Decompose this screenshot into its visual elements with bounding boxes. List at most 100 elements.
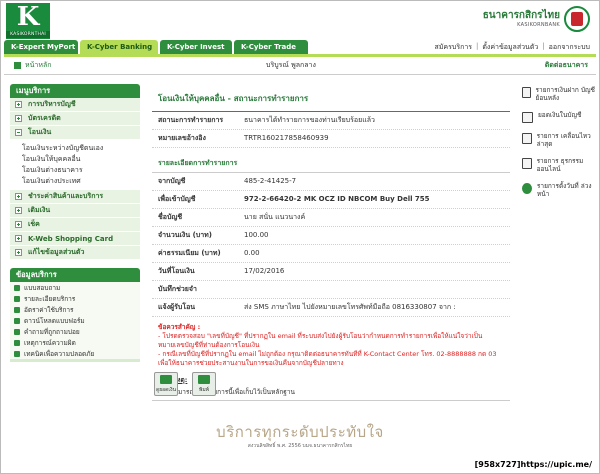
alert-icon: [14, 339, 20, 346]
menu-title: เมนูบริการ: [10, 84, 140, 98]
expand-icon: [15, 249, 22, 256]
sidebar-item-top-up[interactable]: เติมเงิน: [10, 204, 140, 218]
logo-text: KASIKORNTHAI: [6, 31, 50, 38]
detail-label: วันที่โอนเงิน: [158, 267, 195, 275]
quicklink-statement[interactable]: รายการเงินฝาก บัญชีย้อนหลัง: [522, 86, 596, 102]
footer-slogan: บริการทุกระดับประทับใจ: [216, 423, 384, 441]
tab-k-cyber-banking[interactable]: K-Cyber Banking: [80, 40, 158, 54]
expand-icon: [15, 101, 22, 108]
service-item-label: แบบสอบถาม: [24, 283, 61, 292]
settings-link[interactable]: ตั้งค่าข้อมูลส่วนตัว: [482, 42, 538, 53]
detail-label: บันทึกช่วยจำ: [158, 285, 197, 293]
service-item-incidents[interactable]: เหตุการณ์ความผิด: [10, 337, 140, 348]
download-icon: [14, 317, 20, 324]
user-name: บริบูรณ์ พูลกลาง: [266, 61, 316, 69]
detail-value: 17/02/2016: [244, 267, 285, 275]
sidebar-item-k-web-shopping[interactable]: K-Web Shopping Card: [10, 232, 140, 246]
services-link[interactable]: สมัครบริการ: [435, 42, 472, 53]
quicklink-label: ยอดเงินในบัญชี: [538, 111, 582, 119]
submenu-own-account[interactable]: โอนเงินระหว่างบัญชีตนเอง: [22, 143, 140, 154]
kasikorn-logo[interactable]: K KASIKORNTHAI: [6, 3, 50, 39]
button-label: ดูยอดเงิน: [156, 386, 176, 393]
print-button[interactable]: พิมพ์: [192, 372, 216, 396]
service-item-label: อัตราค่าใช้บริการ: [24, 305, 74, 314]
sidebar-item-edit-profile[interactable]: แก้ไขข้อมูลส่วนตัว: [10, 246, 140, 260]
detail-label: เพื่อเข้าบัญชี: [158, 195, 196, 203]
tab-k-cyber-invest[interactable]: K-Cyber Invest: [160, 40, 232, 54]
service-item-security-tips[interactable]: เทคนิคเพื่อความปลอดภัย: [10, 348, 140, 359]
submenu-other-bank[interactable]: โอนเงินต่างธนาคาร: [22, 165, 140, 176]
status-row: สถานะการทำรายการ ธนาคารได้ทำรายการของท่า…: [152, 112, 510, 130]
service-item-fees[interactable]: อัตราค่าใช้บริการ: [10, 304, 140, 315]
tab-k-cyber-trade[interactable]: K-Cyber Trade: [234, 40, 308, 54]
tab-k-expert-myport[interactable]: K-Expert MyPort: [4, 40, 78, 54]
detail-value: [244, 285, 504, 294]
logout-link[interactable]: ออกจากระบบ: [549, 42, 590, 53]
service-item-label: เหตุการณ์ความผิด: [24, 338, 76, 347]
quicklink-label: รายการตั้งวันที่ ล่วงหน้า: [536, 182, 592, 198]
service-item-survey[interactable]: แบบสอบถาม: [10, 282, 140, 293]
submenu-other-person[interactable]: โอนเงินให้บุคคลอื่น: [22, 154, 140, 165]
detail-value: 100.00: [244, 231, 269, 239]
balance-icon: [160, 374, 172, 384]
collapse-icon: [15, 129, 22, 136]
service-item-label: รายละเอียดบริการ: [24, 294, 76, 303]
detail-row: จำนวนเงิน (บาท) 100.00: [152, 227, 510, 245]
detail-row: แจ้งผู้รับโอน ส่ง SMS ภาษาไทย ไปยังหมายเล…: [152, 299, 510, 317]
transfer-submenu: โอนเงินระหว่างบัญชีตนเอง โอนเงินให้บุคคล…: [10, 140, 140, 190]
question-icon: [14, 328, 20, 335]
separator: |: [542, 42, 545, 50]
detail-label: จำนวนเงิน (บาท): [158, 231, 212, 239]
footer-copyright: สงวนลิขสิทธิ์ พ.ศ. 2556 บมจ.ธนาคารกสิกรไ…: [247, 443, 353, 449]
detail-row: เพื่อเข้าบัญชี 972-2-66420-2 MK OCZ ID NB…: [152, 191, 510, 209]
sidebar-item-cheque[interactable]: เช็ค: [10, 218, 140, 232]
breadcrumb-bar: หน้าหลัก บริบูรณ์ พูลกลาง ติดต่อธนาคาร: [4, 57, 596, 75]
warning-line: - โปรดตรวจสอบ "เลขที่บัญชี" ที่ปรากฏใน e…: [158, 332, 483, 349]
separator: |: [476, 42, 479, 50]
expand-icon: [15, 221, 22, 228]
warning-line: - กรณีเลขที่บัญชีที่ปรากฏใน email ไม่ถูก…: [158, 350, 497, 367]
sidebar-item-transfer[interactable]: โอนเงิน: [10, 126, 140, 140]
sidebar-item-label: เติมเงิน: [28, 206, 51, 214]
service-item-faq[interactable]: คำถามที่ถูกถามบ่อย: [10, 326, 140, 337]
monitor-icon: [522, 158, 532, 169]
quicklink-online-transactions[interactable]: รายการ ธุรกรรมออนไลน์: [522, 157, 596, 173]
info-icon: [14, 295, 20, 302]
clock-icon: [522, 183, 532, 194]
home-link[interactable]: หน้าหลัก: [25, 60, 51, 71]
detail-label: ค่าธรรมเนียม (บาท): [158, 249, 221, 257]
sidebar-item-bill-payment[interactable]: ชำระค่าสินค้าและบริการ: [10, 190, 140, 204]
detail-value: 0.00: [244, 249, 260, 257]
detail-row: จากบัญชี 485-2-41425-7: [152, 173, 510, 191]
bank-name-th: ธนาคารกสิกรไทย: [482, 10, 560, 21]
reference-row: หมายเลขอ้างอิง TRTR160217858460939: [152, 130, 510, 148]
sidebar-item-account-management[interactable]: การบริหารบัญชี: [10, 98, 140, 112]
checklist-icon: [14, 284, 20, 291]
detail-label: ชื่อบัญชี: [158, 213, 183, 221]
bank-name-en: KASIKORNBANK: [517, 22, 560, 28]
quicklink-recent-activity[interactable]: รายการ เคลื่อนไหวล่าสุด: [522, 132, 596, 148]
view-balance-button[interactable]: ดูยอดเงิน: [154, 372, 178, 396]
watermark: [958x727]https://upic.me/: [472, 460, 594, 469]
service-item-download-forms[interactable]: ดาวน์โหลดแบบฟอร์ม: [10, 315, 140, 326]
detail-label: จากบัญชี: [158, 177, 186, 185]
quicklink-scheduled[interactable]: รายการตั้งวันที่ ล่วงหน้า: [522, 182, 596, 198]
expand-icon: [15, 235, 22, 242]
contact-bank-link[interactable]: ติดต่อธนาคาร: [545, 60, 588, 71]
quicklink-balance[interactable]: ยอดเงินในบัญชี: [522, 111, 596, 123]
sidebar-item-label: บัตรเครดิต: [28, 114, 61, 122]
sidebar-item-label: การบริหารบัญชี: [28, 100, 76, 108]
quicklink-label: รายการเงินฝาก บัญชีย้อนหลัง: [535, 86, 595, 102]
expand-icon: [15, 193, 22, 200]
bank-emblem-icon: [564, 6, 590, 32]
detail-label: แจ้งผู้รับโอน: [158, 303, 196, 311]
detail-value: ส่ง SMS ภาษาไทย ไปยังหมายเลขโทรศัพท์มือถ…: [244, 303, 456, 311]
divider: [152, 400, 510, 401]
sidebar-item-credit-card[interactable]: บัตรเครดิต: [10, 112, 140, 126]
logo-letter: K: [16, 2, 40, 32]
page-title: โอนเงินให้บุคคลอื่น - สถานะการทำรายการ: [152, 84, 510, 112]
service-item-label: คำถามที่ถูกถามบ่อย: [24, 327, 80, 336]
submenu-international[interactable]: โอนเงินต่างประเทศ: [22, 176, 140, 187]
service-item-details[interactable]: รายละเอียดบริการ: [10, 293, 140, 304]
sidebar: เมนูบริการ การบริหารบัญชี บัตรเครดิต โอน…: [10, 84, 140, 362]
